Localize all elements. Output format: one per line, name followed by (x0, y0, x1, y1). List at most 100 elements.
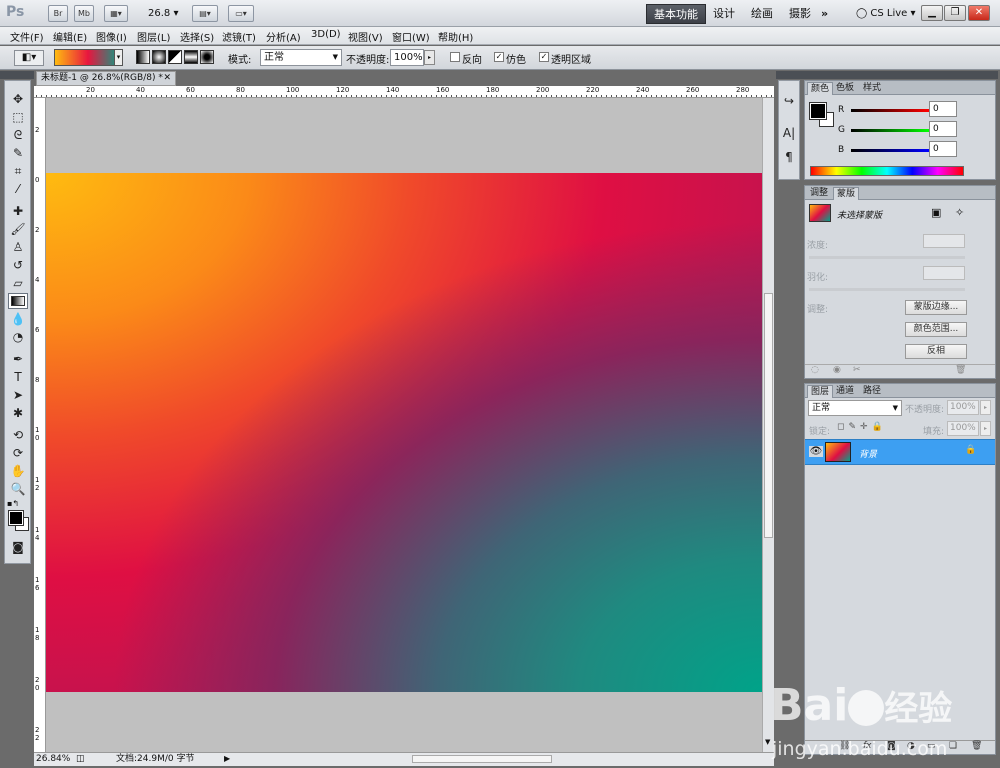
layer-row-background[interactable]: 👁 背景 🔒 (805, 439, 995, 465)
mask-edge-button[interactable]: 蒙版边缘... (905, 300, 967, 315)
menu-window[interactable]: 窗口(W) (392, 29, 430, 44)
status-menu-arrow[interactable]: ▶ (224, 753, 230, 765)
gradient-canvas[interactable] (46, 173, 762, 692)
menu-image[interactable]: 图像(I) (96, 29, 127, 44)
workspace-essentials[interactable]: 基本功能 (646, 4, 706, 24)
tab-channels[interactable]: 通道 (833, 385, 857, 398)
document-tab[interactable]: 未标题-1 @ 26.8%(RGB/8) * ✕ (36, 71, 176, 86)
zoom-tool-icon[interactable]: 🔍 (8, 481, 28, 497)
menu-select[interactable]: 选择(S) (180, 29, 214, 44)
hand-tool-icon[interactable]: ✋ (8, 463, 28, 479)
load-selection-icon[interactable]: ◌ (811, 365, 819, 375)
feather-slider[interactable] (809, 288, 965, 291)
clone-stamp-tool-icon[interactable]: ♙ (8, 239, 28, 255)
delete-mask-icon[interactable]: 🗑 (955, 365, 966, 375)
path-selection-tool-icon[interactable]: ➤ (8, 387, 28, 403)
opacity-stepper[interactable]: ▸ (424, 50, 435, 65)
eraser-tool-icon[interactable]: ▱ (8, 275, 28, 291)
zoom-level-dropdown[interactable]: 26.8 ▾ (148, 8, 178, 19)
pixel-mask-icon[interactable]: ▣ (931, 206, 941, 219)
move-tool-icon[interactable]: ✥ (8, 91, 28, 107)
color-range-button[interactable]: 颜色范围... (905, 322, 967, 337)
diamond-gradient-icon[interactable] (200, 50, 214, 64)
g-slider[interactable] (851, 129, 929, 132)
pen-tool-icon[interactable]: ✒ (8, 351, 28, 367)
mini-bridge-button[interactable]: Mb (74, 5, 94, 22)
menu-3d[interactable]: 3D(D) (311, 29, 341, 40)
menu-filter[interactable]: 滤镜(T) (222, 29, 256, 44)
crop-tool-icon[interactable]: ⌗ (8, 163, 28, 179)
cs-live-button[interactable]: ◯ CS Live ▾ (856, 8, 916, 19)
character-panel-icon[interactable]: A| (779, 125, 799, 141)
dodge-tool-icon[interactable]: ◔ (8, 329, 28, 345)
linear-gradient-icon[interactable] (136, 50, 150, 64)
color-spectrum-bar[interactable] (810, 166, 964, 176)
vertical-scroll-thumb[interactable] (764, 293, 773, 538)
arrange-documents-button[interactable]: ▤▾ (192, 5, 218, 22)
apply-mask-icon[interactable]: ◉ (833, 365, 841, 375)
quick-mask-icon[interactable]: ◙ (8, 539, 28, 555)
tab-masks[interactable]: 蒙版 (833, 187, 860, 200)
r-slider[interactable] (851, 109, 929, 112)
tab-color[interactable]: 颜色 (807, 82, 834, 95)
eyedropper-tool-icon[interactable]: ⁄ (8, 181, 28, 197)
3d-orbit-tool-icon[interactable]: ⟳ (8, 445, 28, 461)
shape-tool-icon[interactable]: ✱ (8, 405, 28, 421)
view-extras-button[interactable]: ▦▾ (104, 5, 128, 22)
workspace-photography[interactable]: 摄影 (782, 4, 818, 24)
density-slider[interactable] (809, 256, 965, 259)
horizontal-scroll-thumb[interactable] (412, 755, 552, 763)
b-input[interactable]: 0 (929, 141, 957, 157)
lock-icons[interactable]: ◻✎✛🔒 (837, 422, 887, 432)
gradient-picker-arrow[interactable]: ▾ (114, 49, 123, 66)
gradient-picker[interactable] (54, 49, 122, 66)
workspace-painting[interactable]: 绘画 (744, 4, 780, 24)
status-zoom[interactable]: 26.84% (36, 753, 70, 765)
tool-preset-picker[interactable]: ◧▾ (14, 50, 44, 66)
history-panel-icon[interactable]: ↪ (779, 93, 799, 109)
vector-mask-icon[interactable]: ✧ (955, 206, 964, 219)
workspace-design[interactable]: 设计 (706, 4, 742, 24)
vertical-scrollbar[interactable]: ▼ (762, 98, 774, 752)
close-window-button[interactable]: ✕ (968, 5, 990, 21)
color-foreground-swatch[interactable] (809, 102, 827, 120)
angle-gradient-icon[interactable] (168, 50, 182, 64)
more-workspaces-button[interactable]: » (814, 4, 835, 24)
visibility-eye-icon[interactable]: 👁 (809, 446, 823, 457)
b-slider[interactable] (851, 149, 929, 152)
disable-mask-icon[interactable]: ✂ (853, 365, 861, 375)
mode-select[interactable]: 正常 ▼ (260, 49, 342, 66)
fill-input[interactable]: 100% (947, 421, 979, 436)
default-colors-icon[interactable]: ▪↰ (7, 499, 19, 508)
dither-checkbox[interactable]: ✓ (494, 52, 504, 62)
tab-layers[interactable]: 图层 (807, 385, 834, 398)
feather-input[interactable] (923, 266, 965, 280)
paragraph-panel-icon[interactable]: ¶ (779, 149, 799, 165)
reflected-gradient-icon[interactable] (184, 50, 198, 64)
tab-paths[interactable]: 路径 (860, 385, 884, 398)
brush-tool-icon[interactable]: 🖌 (8, 221, 28, 237)
type-tool-icon[interactable]: T (8, 369, 28, 385)
foreground-color-swatch[interactable] (8, 510, 24, 526)
marquee-tool-icon[interactable]: ⬚ (8, 109, 28, 125)
density-input[interactable] (923, 234, 965, 248)
screen-mode-button[interactable]: ▭▾ (228, 5, 254, 22)
gradient-tool-icon[interactable] (8, 293, 28, 309)
bridge-button[interactable]: Br (48, 5, 68, 22)
layer-opacity-input[interactable]: 100% (947, 400, 979, 415)
blend-mode-select[interactable]: 正常 ▼ (808, 400, 902, 416)
invert-button[interactable]: 反相 (905, 344, 967, 359)
quick-selection-tool-icon[interactable]: ✎ (8, 145, 28, 161)
tab-adjustments[interactable]: 调整 (807, 187, 831, 200)
tab-styles[interactable]: 样式 (860, 82, 884, 95)
menu-layer[interactable]: 图层(L) (137, 29, 170, 44)
menu-view[interactable]: 视图(V) (348, 29, 383, 44)
healing-brush-tool-icon[interactable]: ✚ (8, 203, 28, 219)
layer-opacity-stepper[interactable]: ▸ (980, 400, 991, 415)
reverse-checkbox[interactable] (450, 52, 460, 62)
fill-stepper[interactable]: ▸ (980, 421, 991, 436)
blur-tool-icon[interactable]: 💧 (8, 311, 28, 327)
lasso-tool-icon[interactable]: ᘓ (8, 127, 28, 143)
tab-swatches[interactable]: 色板 (833, 82, 857, 95)
status-options-icon[interactable]: ◫ (76, 753, 85, 765)
